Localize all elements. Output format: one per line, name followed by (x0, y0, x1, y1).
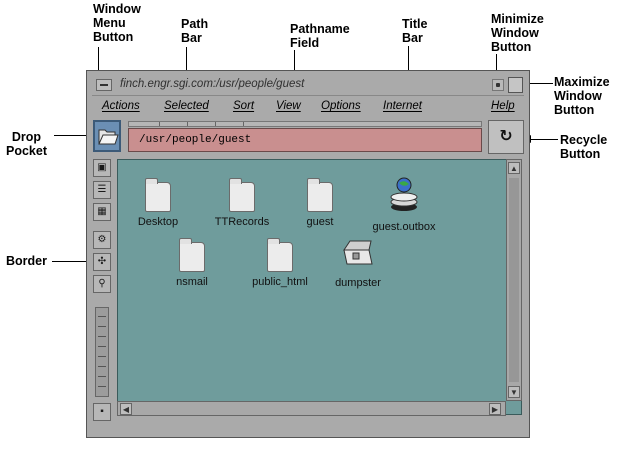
menu-bar: Actions Selected Sort View Options Inter… (92, 98, 524, 116)
window-menu-button[interactable] (96, 79, 112, 91)
scroll-trough[interactable] (509, 178, 519, 382)
icon-label: guest.outbox (372, 221, 436, 233)
icon-public-html[interactable]: public_html (240, 238, 320, 288)
title-bar[interactable]: finch.engr.sgi.com:/usr/people/guest (92, 74, 524, 96)
callout-title-bar: Title Bar (402, 17, 428, 45)
pathname-text: /usr/people/guest (139, 134, 252, 146)
callout-line (530, 139, 558, 140)
search-icon: ⚲ (98, 278, 106, 289)
callout-maximize-window-button: Maximize Window Button (554, 75, 610, 117)
folder-icon (229, 178, 255, 212)
icon-label: guest (306, 216, 334, 228)
icon-desktop[interactable]: Desktop (118, 178, 198, 228)
scroll-down-button[interactable]: ▼ (508, 386, 520, 398)
left-toolbar: ▣ ☰ ▦ ⚙ ✣ ⚲ ▪ (93, 159, 111, 421)
callout-path-bar: Path Bar (181, 17, 209, 45)
square-icon: ▪ (100, 406, 104, 417)
icon-label: public_html (252, 276, 308, 288)
toolbar-tools-button[interactable]: ⚙ (93, 231, 111, 249)
folder-icon (145, 178, 171, 212)
callout-pathname-field: Pathname Field (290, 22, 350, 50)
menu-actions[interactable]: Actions (102, 100, 140, 112)
menu-sort[interactable]: Sort (233, 100, 254, 112)
open-folder-icon (98, 129, 119, 145)
toolbar-icon-view-button[interactable]: ▣ (93, 159, 111, 177)
icon-guest[interactable]: guest (280, 178, 360, 228)
toolbar-grid-button[interactable]: ✣ (93, 253, 111, 271)
callout-drop-pocket: Drop Pocket (6, 130, 47, 158)
menu-help[interactable]: Help (491, 100, 515, 112)
folder-icon (179, 238, 205, 272)
callout-line (529, 83, 553, 84)
callout-minimize-window-button: Minimize Window Button (491, 12, 544, 54)
scroll-up-button[interactable]: ▲ (508, 162, 520, 174)
folder-icon (267, 238, 293, 272)
icon-dumpster[interactable]: dumpster (318, 238, 398, 289)
callout-border: Border (6, 254, 47, 268)
toolbar-list-view-button[interactable]: ☰ (93, 181, 111, 199)
vertical-scrollbar[interactable]: ▲ ▼ (506, 159, 522, 401)
icon-label: dumpster (335, 277, 381, 289)
column-view-icon: ▦ (97, 206, 107, 217)
toolbar-column-view-button[interactable]: ▦ (93, 203, 111, 221)
grid-icon: ✣ (97, 256, 107, 267)
menu-internet[interactable]: Internet (383, 100, 422, 112)
icon-guest-outbox[interactable]: guest.outbox (364, 176, 444, 233)
icon-label: TTRecords (214, 216, 270, 228)
icon-nsmail[interactable]: nsmail (152, 238, 232, 288)
path-bar[interactable] (128, 121, 482, 127)
menu-view[interactable]: View (276, 100, 301, 112)
toolbar-bottom-button[interactable]: ▪ (93, 403, 111, 421)
dumpster-icon (343, 240, 373, 265)
horizontal-scrollbar[interactable]: ◀ ▶ (117, 401, 506, 416)
directory-view[interactable]: Desktop TTRecords guest guest.outbox nsm… (117, 159, 522, 415)
icon-ttrecords[interactable]: TTRecords (202, 178, 282, 228)
scroll-right-button[interactable]: ▶ (489, 403, 501, 415)
file-manager-window: finch.engr.sgi.com:/usr/people/guest Act… (86, 70, 530, 438)
maximize-window-button[interactable] (508, 77, 523, 93)
scroll-left-button[interactable]: ◀ (120, 403, 132, 415)
menu-selected[interactable]: Selected (164, 100, 209, 112)
minimize-window-button[interactable] (492, 79, 504, 91)
callout-line (54, 135, 88, 136)
folder-icon (307, 178, 333, 212)
tools-icon: ⚙ (97, 234, 107, 245)
recycle-icon: ↻ (499, 128, 513, 145)
pathname-field[interactable]: /usr/people/guest (128, 128, 482, 152)
drop-pocket[interactable] (93, 120, 121, 152)
outbox-icon (390, 177, 418, 211)
icon-view-icon: ▣ (97, 162, 107, 173)
callout-recycle-button: Recycle Button (560, 133, 608, 161)
menu-options[interactable]: Options (321, 100, 361, 112)
list-view-icon: ☰ (97, 184, 107, 195)
window-title: finch.engr.sgi.com:/usr/people/guest (120, 78, 305, 90)
callout-line (52, 261, 86, 262)
toolbar-search-button[interactable]: ⚲ (93, 275, 111, 293)
icon-label: Desktop (137, 216, 179, 228)
recycle-button[interactable]: ↻ (488, 120, 524, 154)
icon-label: nsmail (176, 276, 208, 288)
callout-window-menu-button: Window Menu Button (93, 2, 141, 44)
icon-size-slider[interactable] (95, 307, 109, 397)
